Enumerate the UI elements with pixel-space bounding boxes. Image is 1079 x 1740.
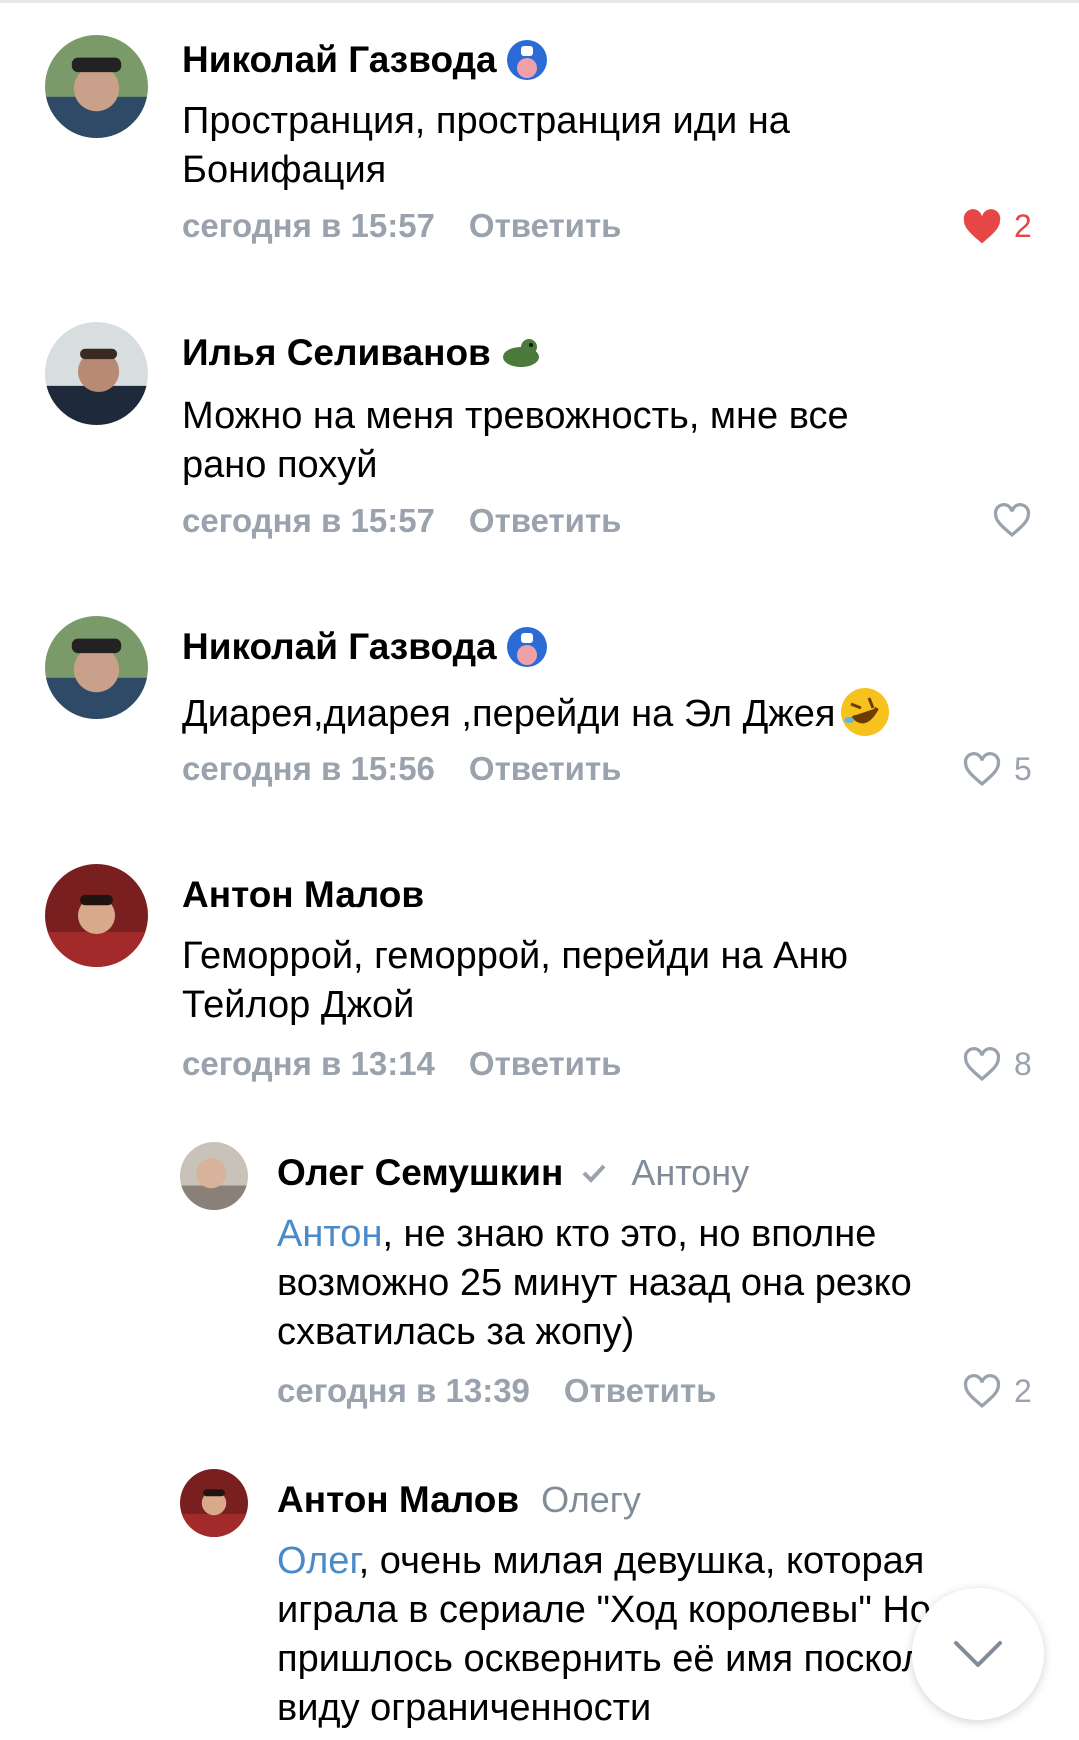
reply-to-label[interactable]: Олегу xyxy=(541,1479,641,1521)
heart-outline-icon xyxy=(993,503,1031,538)
reply-button[interactable]: Ответить xyxy=(469,207,622,245)
reply-button[interactable]: Ответить xyxy=(469,750,622,788)
avatar[interactable] xyxy=(180,1469,248,1537)
like-button[interactable]: 5 xyxy=(962,751,1032,788)
scroll-down-button[interactable] xyxy=(912,1588,1044,1720)
reply-button[interactable]: Ответить xyxy=(469,502,622,540)
captain-shield-emoji-icon xyxy=(505,38,549,82)
avatar[interactable] xyxy=(45,35,148,138)
like-count: 8 xyxy=(1014,1046,1032,1082)
avatar[interactable] xyxy=(180,1142,248,1210)
verified-check-icon xyxy=(579,1158,609,1188)
like-count: 5 xyxy=(1014,751,1032,787)
comment-time: сегодня в 15:56 xyxy=(182,750,435,787)
comment-text-content: Диарея,диарея ,перейди на Эл Джея xyxy=(182,693,836,735)
author-name[interactable]: Олег Семушкин xyxy=(277,1152,563,1194)
comment-time: сегодня в 13:39 xyxy=(277,1372,530,1409)
like-button[interactable]: 2 xyxy=(962,208,1032,245)
author-name[interactable]: Антон Малов xyxy=(277,1479,519,1521)
comment-text: Можно на меня тревожность, мне все рано … xyxy=(182,395,849,486)
reply-button[interactable]: Ответить xyxy=(564,1372,717,1410)
top-divider xyxy=(0,0,1079,3)
mention-link[interactable]: Антон xyxy=(277,1213,382,1255)
comment-text: Антон, не знаю кто это, но вполне возмож… xyxy=(277,1210,1017,1357)
rolling-laughing-emoji-icon xyxy=(839,686,891,738)
author-name[interactable]: Антон Малов xyxy=(182,874,424,916)
author-name[interactable]: Илья Селиванов xyxy=(182,332,491,374)
author-name[interactable]: Николай Газвода xyxy=(182,39,497,81)
comment-text: Диарея,диарея ,перейди на Эл Джея xyxy=(182,686,1002,739)
like-button[interactable]: 2 xyxy=(962,1373,1032,1410)
heart-outline-icon xyxy=(963,1046,1001,1081)
heart-outline-icon xyxy=(963,1373,1001,1408)
comment-time: сегодня в 13:14 xyxy=(182,1045,435,1082)
author-name[interactable]: Николай Газвода xyxy=(182,626,497,668)
avatar[interactable] xyxy=(45,864,148,967)
like-button[interactable]: 8 xyxy=(962,1046,1032,1083)
mention-link[interactable]: Олег xyxy=(277,1540,359,1582)
heart-filled-icon xyxy=(963,208,1001,243)
avatar[interactable] xyxy=(45,616,148,719)
reply-to-label[interactable]: Антону xyxy=(631,1152,749,1194)
like-count: 2 xyxy=(1014,208,1032,244)
comment-time: сегодня в 15:57 xyxy=(182,502,435,539)
comment-text: Олег, очень милая девушка, которая играл… xyxy=(277,1537,1022,1740)
reply-button[interactable]: Ответить xyxy=(469,1045,622,1083)
lizard-emoji-icon xyxy=(499,331,543,375)
comment-text: Геморрой, геморрой, перейди на Аню Тейло… xyxy=(182,935,849,1026)
comment-text-content: , очень милая девушка, которая играла в … xyxy=(277,1540,1011,1729)
captain-shield-emoji-icon xyxy=(505,625,549,669)
chevron-down-icon xyxy=(954,1641,1002,1667)
like-count: 2 xyxy=(1014,1373,1032,1409)
comment-text: Пространция, пространция иди на Бонифаци… xyxy=(182,100,790,191)
avatar[interactable] xyxy=(45,322,148,425)
like-button[interactable] xyxy=(992,503,1062,539)
comment-time: сегодня в 15:57 xyxy=(182,207,435,244)
heart-outline-icon xyxy=(963,751,1001,786)
